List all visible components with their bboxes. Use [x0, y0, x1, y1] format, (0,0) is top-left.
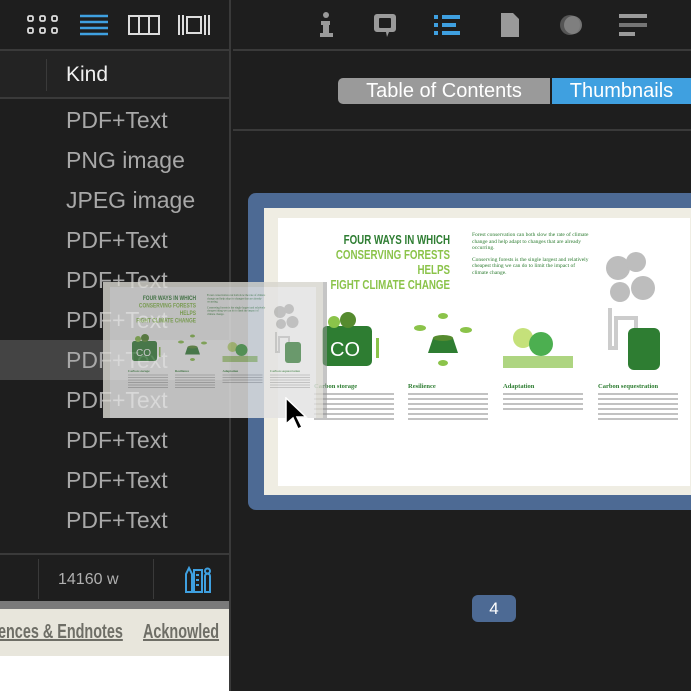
list-header: Kind [0, 51, 229, 99]
file-row[interactable]: PDF+Text [0, 420, 229, 460]
appearance-icon[interactable] [558, 12, 586, 38]
section-heading: Resilience [175, 369, 189, 374]
adaptation-illustration [222, 342, 258, 362]
section: Adaptation [222, 369, 263, 383]
sequestration-illustration [274, 304, 301, 363]
gallery-view-icon[interactable] [177, 13, 211, 37]
page-content: FOUR WAYS IN WHICH CONSERVING FORESTS HE… [278, 218, 690, 486]
kind-cell: PNG image [66, 147, 185, 173]
intro-paragraph: Forest conservation can both slow the ra… [472, 232, 589, 251]
kind-cell: PDF+Text [66, 467, 168, 493]
section: Resilience [408, 383, 488, 420]
comment-icon[interactable] [373, 12, 399, 40]
svg-text:CO: CO [136, 348, 151, 359]
binder-navigation-strip: ences & Endnotes Acknowled [0, 601, 229, 656]
kind-cell: JPEG image [66, 187, 196, 213]
section-heading: Adaptation [503, 383, 535, 390]
kind-cell: PDF+Text [66, 427, 168, 453]
section-heading: Carbon storage [128, 369, 150, 374]
file-row[interactable]: PDF+Text [0, 460, 229, 500]
mouse-cursor-icon [285, 397, 308, 431]
nav-link-acknowledgements[interactable]: Acknowled [143, 621, 219, 644]
intro-paragraph: Forest conservation can both slow the ra… [207, 294, 266, 304]
grid-view-icon[interactable] [27, 14, 61, 36]
title-line: FOUR WAYS IN WHICH [142, 294, 196, 302]
word-count[interactable]: 14160 w [58, 571, 119, 589]
tools-icon[interactable] [183, 566, 213, 594]
intro-paragraph: Conserving forests is the single largest… [472, 256, 589, 276]
title-line: CONSERVING FORESTS HELPS [138, 301, 196, 317]
section-heading: Resilience [408, 383, 436, 390]
status-bar: 14160 w [0, 553, 229, 601]
info-icon[interactable] [317, 12, 337, 38]
section-heading: Carbon sequestration [270, 369, 301, 374]
inspector-toolbar [233, 0, 691, 51]
kind-cell: PDF+Text [66, 227, 168, 253]
page-title: FOUR WAYS IN WHICH CONSERVING FORESTS HE… [321, 232, 450, 292]
section: Carbon sequestration [270, 369, 310, 388]
column-view-icon[interactable] [128, 14, 160, 36]
editor-area[interactable] [0, 656, 229, 691]
tab-thumbnails[interactable]: Thumbnails [552, 78, 691, 104]
file-row[interactable]: PDF+Text [0, 500, 229, 540]
view-mode-toolbar [0, 0, 229, 51]
kind-column-header[interactable]: Kind [66, 63, 108, 87]
nav-link-references[interactable]: ences & Endnotes [0, 621, 123, 644]
svg-text:CO: CO [330, 339, 360, 361]
page-title: FOUR WAYS IN WHICH CONSERVING FORESTS HE… [132, 294, 196, 325]
list-view-icon[interactable] [80, 13, 110, 37]
section-heading: Adaptation [222, 369, 239, 374]
column-divider[interactable] [46, 59, 47, 91]
title-line: FIGHT CLIMATE CHANGE [136, 316, 196, 325]
section: Carbon sequestration [598, 383, 678, 420]
page-intro: Forest conservation can both slow the ra… [207, 294, 267, 319]
divider [38, 559, 39, 599]
title-line: CONSERVING FORESTS HELPS [335, 247, 450, 277]
text-format-icon[interactable] [619, 13, 649, 37]
outline-icon[interactable] [433, 13, 463, 37]
resilience-illustration [414, 313, 472, 366]
title-line: FOUR WAYS IN WHICH [343, 232, 450, 247]
file-row[interactable]: PDF+Text [0, 100, 229, 140]
divider [233, 129, 691, 131]
section: Adaptation [503, 383, 583, 410]
file-row[interactable]: JPEG image [0, 180, 229, 220]
tab-table-of-contents[interactable]: Table of Contents [338, 78, 550, 104]
intro-paragraph: Conserving forests is the single largest… [207, 306, 266, 316]
adaptation-illustration [503, 328, 573, 368]
file-row[interactable]: PDF+Text [0, 220, 229, 260]
co2-storage-illustration: CO [132, 334, 161, 361]
title-line: FIGHT CLIMATE CHANGE [330, 277, 450, 292]
sequestration-illustration [606, 252, 660, 370]
kind-cell: PDF+Text [66, 507, 168, 533]
section: Resilience [175, 369, 215, 388]
kind-cell: PDF+Text [66, 107, 168, 133]
file-row[interactable]: PNG image [0, 140, 229, 180]
section-heading: Carbon sequestration [598, 383, 659, 390]
page-number-badge: 4 [472, 595, 516, 622]
divider [153, 559, 154, 599]
page-intro: Forest conservation can both slow the ra… [472, 232, 592, 281]
resilience-illustration [178, 334, 207, 361]
section: Carbon storage [128, 369, 168, 388]
page-thumbnail[interactable]: FOUR WAYS IN WHICH CONSERVING FORESTS HE… [264, 208, 691, 495]
document-icon[interactable] [499, 12, 521, 38]
